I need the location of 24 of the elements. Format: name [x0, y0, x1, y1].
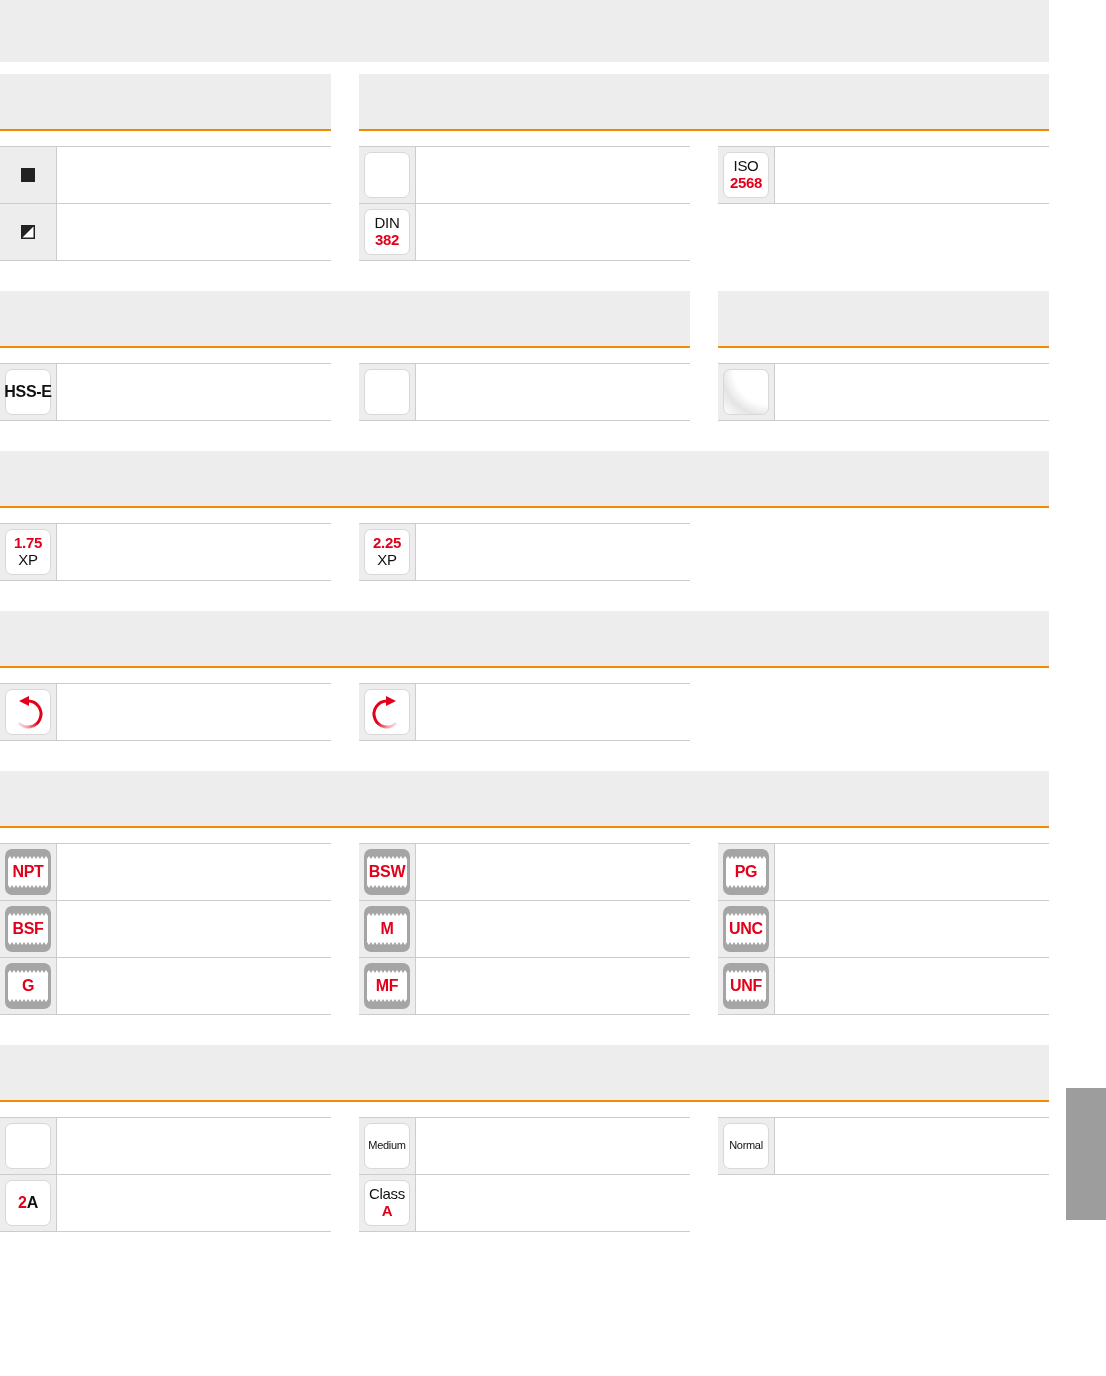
thread-badge: BSF	[5, 906, 51, 952]
thread-badge: M	[364, 906, 410, 952]
thread-badge: PG	[723, 849, 769, 895]
thread-badge: NPT	[5, 849, 51, 895]
code-badge: 2.25 XP	[364, 529, 410, 575]
code-badge: 1.75 XP	[5, 529, 51, 575]
code-badge: Class A	[364, 1180, 410, 1226]
code-badge: Medium	[364, 1123, 410, 1169]
thread-badge: G	[5, 963, 51, 1009]
code-badge: ISO 2568	[723, 152, 769, 198]
filled-square-icon	[21, 168, 35, 182]
code-badge: 2A	[5, 1180, 51, 1226]
code-badge: DIN 382	[364, 209, 410, 255]
blank-badge	[364, 369, 410, 415]
blank-badge	[5, 1123, 51, 1169]
thread-badge: UNF	[723, 963, 769, 1009]
thread-badge: MF	[364, 963, 410, 1009]
blank-badge	[364, 152, 410, 198]
code-badge: Normal	[723, 1123, 769, 1169]
half-filled-square-icon	[21, 225, 35, 239]
thread-badge: UNC	[723, 906, 769, 952]
thread-badge: BSW	[364, 849, 410, 895]
glossy-badge	[723, 369, 769, 415]
code-badge: HSS-E	[5, 369, 51, 415]
